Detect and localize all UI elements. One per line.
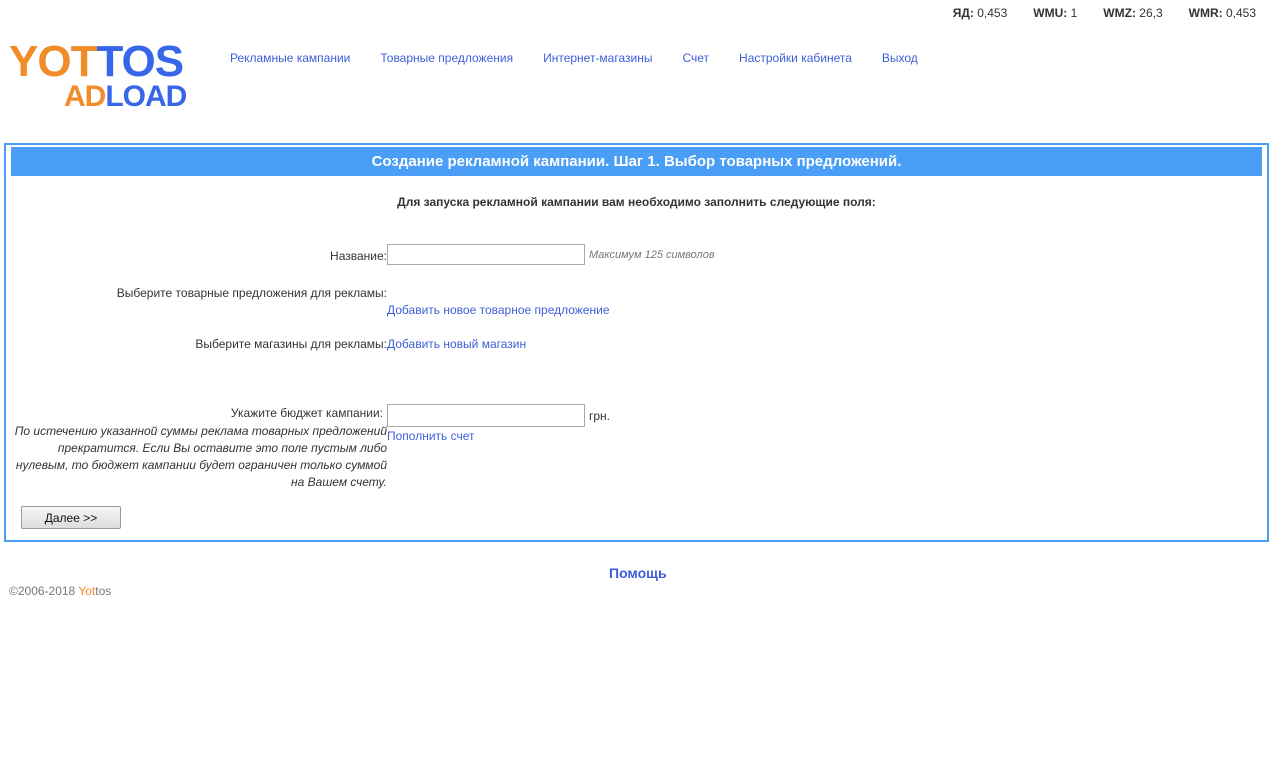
- budget-field-row: грн.: [387, 404, 610, 427]
- budget-note: По истечению указанной суммы реклама тов…: [14, 424, 387, 489]
- balances-bar: ЯД: 0,453 WMU: 1 WMZ: 26,3 WMR: 0,453: [953, 6, 1256, 20]
- budget-input[interactable]: [387, 404, 585, 427]
- offers-label: Выберите товарные предложения для реклам…: [116, 286, 387, 300]
- top-up-link[interactable]: Пополнить счет: [387, 429, 475, 443]
- help-link[interactable]: Помощь: [609, 565, 667, 581]
- logo-line1: YOTTOS: [9, 37, 184, 86]
- campaign-name-input[interactable]: [387, 244, 585, 265]
- budget-label: Укажите бюджет кампании:: [230, 406, 383, 420]
- campaign-form-panel: Создание рекламной кампании. Шаг 1. Выбо…: [4, 143, 1269, 542]
- form-intro: Для запуска рекламной кампании вам необх…: [397, 195, 876, 209]
- next-button[interactable]: Далее >>: [21, 506, 121, 529]
- add-offer-link[interactable]: Добавить новое товарное предложение: [387, 303, 610, 317]
- balance-wmu: WMU: 1: [1033, 6, 1078, 20]
- panel-title: Создание рекламной кампании. Шаг 1. Выбо…: [11, 147, 1262, 176]
- name-label: Название:: [330, 249, 387, 263]
- nav-offers[interactable]: Товарные предложения: [380, 51, 513, 65]
- footer-copyright: ©2006-2018 Yottos: [9, 584, 112, 598]
- shops-label: Выберите магазины для рекламы:: [195, 337, 387, 351]
- nav-campaigns[interactable]: Рекламные кампании: [230, 51, 350, 65]
- balance-wmr: WMR: 0,453: [1188, 6, 1256, 20]
- balance-wmz: WMZ: 26,3: [1103, 6, 1163, 20]
- logo-line2: ADLOAD: [64, 80, 187, 113]
- main-nav: Рекламные кампании Товарные предложения …: [230, 51, 918, 65]
- budget-currency: грн.: [589, 408, 611, 423]
- add-shop-link[interactable]: Добавить новый магазин: [387, 337, 526, 351]
- balance-yad: ЯД: 0,453: [952, 6, 1008, 20]
- logo[interactable]: YOTTOS ADLOAD: [9, 37, 187, 116]
- nav-account[interactable]: Счет: [682, 51, 709, 65]
- nav-shops[interactable]: Интернет-магазины: [543, 51, 652, 65]
- name-hint: Максимум 125 символов: [589, 248, 715, 261]
- name-field-row: Максимум 125 символов: [387, 244, 715, 265]
- nav-logout[interactable]: Выход: [882, 51, 918, 65]
- nav-settings[interactable]: Настройки кабинета: [739, 51, 852, 65]
